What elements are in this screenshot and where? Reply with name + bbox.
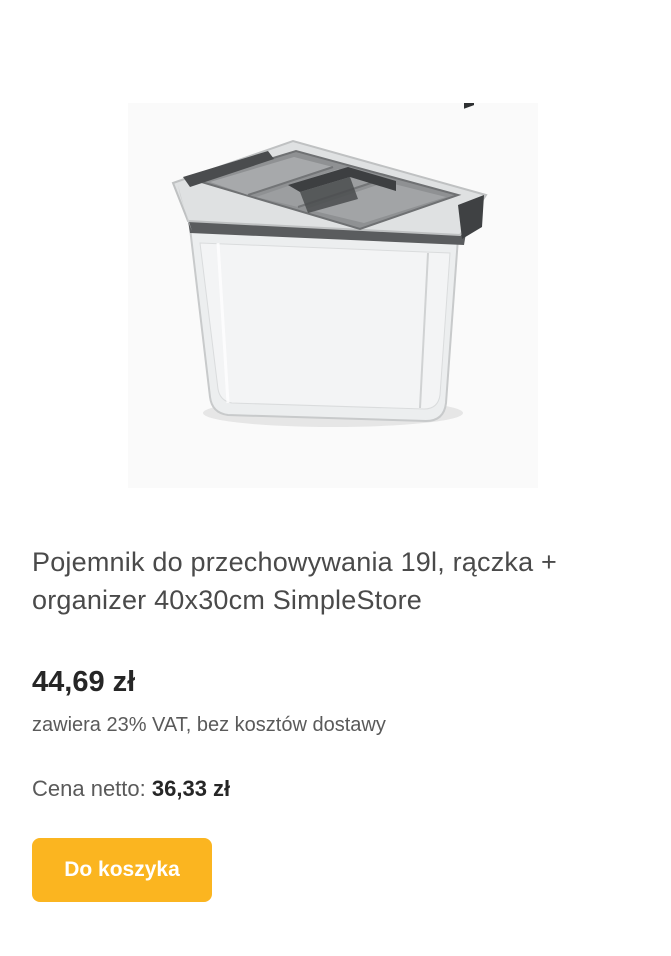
net-price-row: Cena netto: 36,33 zł bbox=[32, 774, 230, 804]
add-to-cart-button[interactable]: Do koszyka bbox=[32, 838, 212, 902]
net-price-value: 36,33 zł bbox=[151, 776, 231, 801]
vat-note: zawiera 23% VAT, bez kosztów dostawy bbox=[32, 714, 386, 736]
gross-price: 44,69 zł bbox=[32, 666, 136, 698]
net-price-label: Cena netto: bbox=[32, 776, 152, 801]
product-image[interactable] bbox=[128, 103, 538, 488]
product-card: Pojemnik do przechowywania 19l, rączka +… bbox=[0, 0, 671, 956]
product-title[interactable]: Pojemnik do przechowywania 19l, rączka +… bbox=[32, 543, 642, 619]
